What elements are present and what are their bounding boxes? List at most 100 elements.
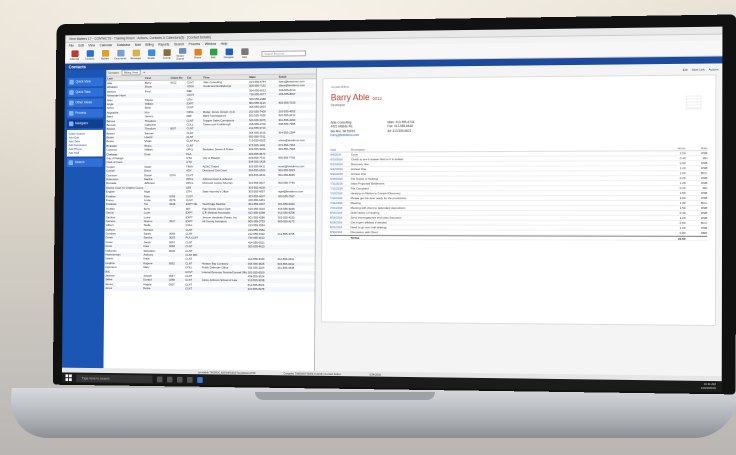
sidebar-quick-view[interactable]: Quick View — [67, 77, 104, 87]
menu-window[interactable]: Window — [205, 42, 216, 46]
navigator-item-add-mail[interactable]: Add Mail — [69, 151, 101, 155]
vendor-journal-button[interactable]: Vendor Journal — [176, 48, 188, 61]
explorer-icon[interactable] — [176, 376, 183, 383]
phone-button[interactable]: Phone — [192, 48, 204, 61]
note-rate: BCC — [701, 170, 708, 175]
toolbar-label: Matters — [101, 57, 109, 61]
calendar-button[interactable]: Calendar — [69, 49, 81, 61]
navigator-icon — [225, 48, 233, 56]
filter-icon[interactable]: ▾ — [143, 70, 144, 74]
note-date: 8/18/2016 — [329, 220, 343, 225]
menu-billing[interactable]: Billing — [145, 43, 154, 47]
web-icon — [209, 48, 217, 56]
menu-file[interactable]: File — [69, 44, 74, 48]
taskbar-search[interactable]: Type here to search — [76, 374, 153, 383]
note-date: 6/26/2016 — [330, 171, 343, 176]
matters-button[interactable]: Matters — [99, 49, 111, 61]
toolbar-label: Calendar — [69, 57, 80, 61]
phone-line: Alt: 413-555-5621 — [387, 128, 412, 133]
cell-main: 323-555-6078 — [247, 287, 265, 292]
web-button[interactable]: Web — [207, 48, 219, 61]
menu-process[interactable]: Process — [189, 42, 201, 46]
menu-mail[interactable]: Mail — [135, 43, 141, 47]
contacts-button[interactable]: Contacts — [84, 49, 96, 61]
notes-total-row: TOTAL 22.60 — [329, 234, 708, 241]
search-input[interactable]: Search Records — [261, 49, 306, 57]
help-icon — [240, 48, 249, 56]
note-date: 6/22/2016 — [330, 166, 343, 171]
navigator-button[interactable]: Navigator — [223, 47, 235, 60]
note-date: 8/16/2016 — [329, 215, 343, 220]
note-description: Initial Proposed Settlement — [350, 181, 385, 186]
notes-rows: 6/6/2016 Court 2.50 RSB 6/10/2016 Check to se… — [329, 150, 708, 236]
system-tray: 11:11 AM 10/23/2016 — [701, 382, 716, 390]
note-description: Answer Due — [350, 171, 367, 176]
toolbar-label: Documents — [114, 57, 127, 61]
note-hours: 1.00 — [679, 200, 686, 205]
list-rows: Able Barry 0012 CLNT Able Consulting 213-555-… — [104, 79, 316, 292]
calendar-icon — [70, 50, 79, 58]
messages-button[interactable]: Messages — [130, 49, 142, 62]
help-button[interactable]: Help — [238, 47, 250, 60]
documents-button[interactable]: Documents — [114, 49, 127, 61]
menu-view[interactable]: View — [88, 43, 95, 47]
note-rate: BCC — [700, 220, 708, 225]
email-link[interactable]: barry@testdemo.com — [331, 133, 360, 137]
sidebar-other-views[interactable]: Other Views — [67, 98, 104, 108]
start-icon[interactable] — [65, 374, 72, 382]
actions-button[interactable]: Actions — [709, 67, 719, 71]
toolbar-label: Contacts — [85, 57, 95, 61]
note-description: Answer Due — [350, 166, 367, 171]
save-link-button[interactable]: Save Link — [692, 67, 705, 71]
cell-email — [276, 287, 313, 292]
note-date: 7/16/2016 — [330, 195, 343, 200]
company-logo-icon — [685, 95, 702, 110]
note-rate: MH — [702, 185, 708, 190]
note-hours: 1.00 — [679, 215, 686, 220]
sidebar-process[interactable]: Process — [67, 108, 104, 118]
main-area: Quick View Quick Tabs Other Views Process Na… — [61, 63, 723, 377]
menu-calendar[interactable]: Calendar — [100, 43, 113, 47]
menu-edit[interactable]: Edit — [78, 44, 83, 48]
total-hours: 22.60 — [677, 236, 686, 241]
note-hours: 1.00 — [679, 170, 686, 175]
store-icon[interactable] — [187, 376, 193, 383]
column-header-client-no[interactable]: Client No — [170, 76, 186, 80]
table-row[interactable]: Jones Debra CLNT 323-555-6078 — [104, 286, 315, 292]
note-rate: RSB — [701, 190, 708, 195]
timematters-icon[interactable] — [197, 376, 203, 383]
menu-reports[interactable]: Reports — [158, 43, 169, 47]
column-header-email[interactable]: Email — [278, 74, 315, 79]
note-description: Please get the deer ready for the produc… — [350, 195, 406, 200]
column-header-cat[interactable]: Cat — [186, 76, 202, 80]
note-date: 6/13/2016 — [330, 161, 343, 166]
note-hours: 2.00 — [679, 225, 686, 230]
journal-button[interactable]: Journal — [161, 48, 173, 61]
messages-icon — [132, 49, 140, 57]
note-rate: RSB — [701, 195, 708, 200]
toolbar-label: Phone — [194, 56, 202, 60]
task-view-icon[interactable] — [156, 376, 163, 382]
emails-button[interactable]: Emails — [145, 48, 157, 61]
column-header-last[interactable]: Last — [106, 76, 144, 81]
menu-database[interactable]: Database — [117, 43, 131, 47]
menu-help[interactable]: Help — [221, 42, 228, 46]
list-view-label: Contacts — [108, 70, 119, 75]
cell-first: Debra — [143, 286, 151, 291]
column-header-main[interactable]: Main — [248, 75, 278, 79]
note-hours: 0.10 — [679, 185, 686, 190]
note-date: 7/16/2016 — [330, 200, 343, 205]
edge-icon[interactable] — [166, 376, 173, 383]
toolbar-label: Messages — [130, 57, 142, 61]
total-label: TOTAL — [350, 235, 360, 240]
edit-button[interactable]: Edit — [683, 67, 688, 71]
sidebar-navigator[interactable]: Navigator — [67, 119, 104, 129]
sidebar-search[interactable]: Search — [66, 158, 103, 167]
column-header-firm[interactable]: Firm — [202, 75, 248, 80]
sidebar-quick-tabs[interactable]: Quick Tabs — [67, 87, 104, 97]
column-header-first[interactable]: First — [144, 76, 169, 80]
view-select[interactable]: Billing View — [121, 69, 141, 76]
menu-search[interactable]: Search — [174, 42, 184, 46]
documents-icon — [116, 49, 125, 57]
billing-notes: Date Description Hours Rate 6/6/2016 Court 2.… — [329, 145, 708, 241]
